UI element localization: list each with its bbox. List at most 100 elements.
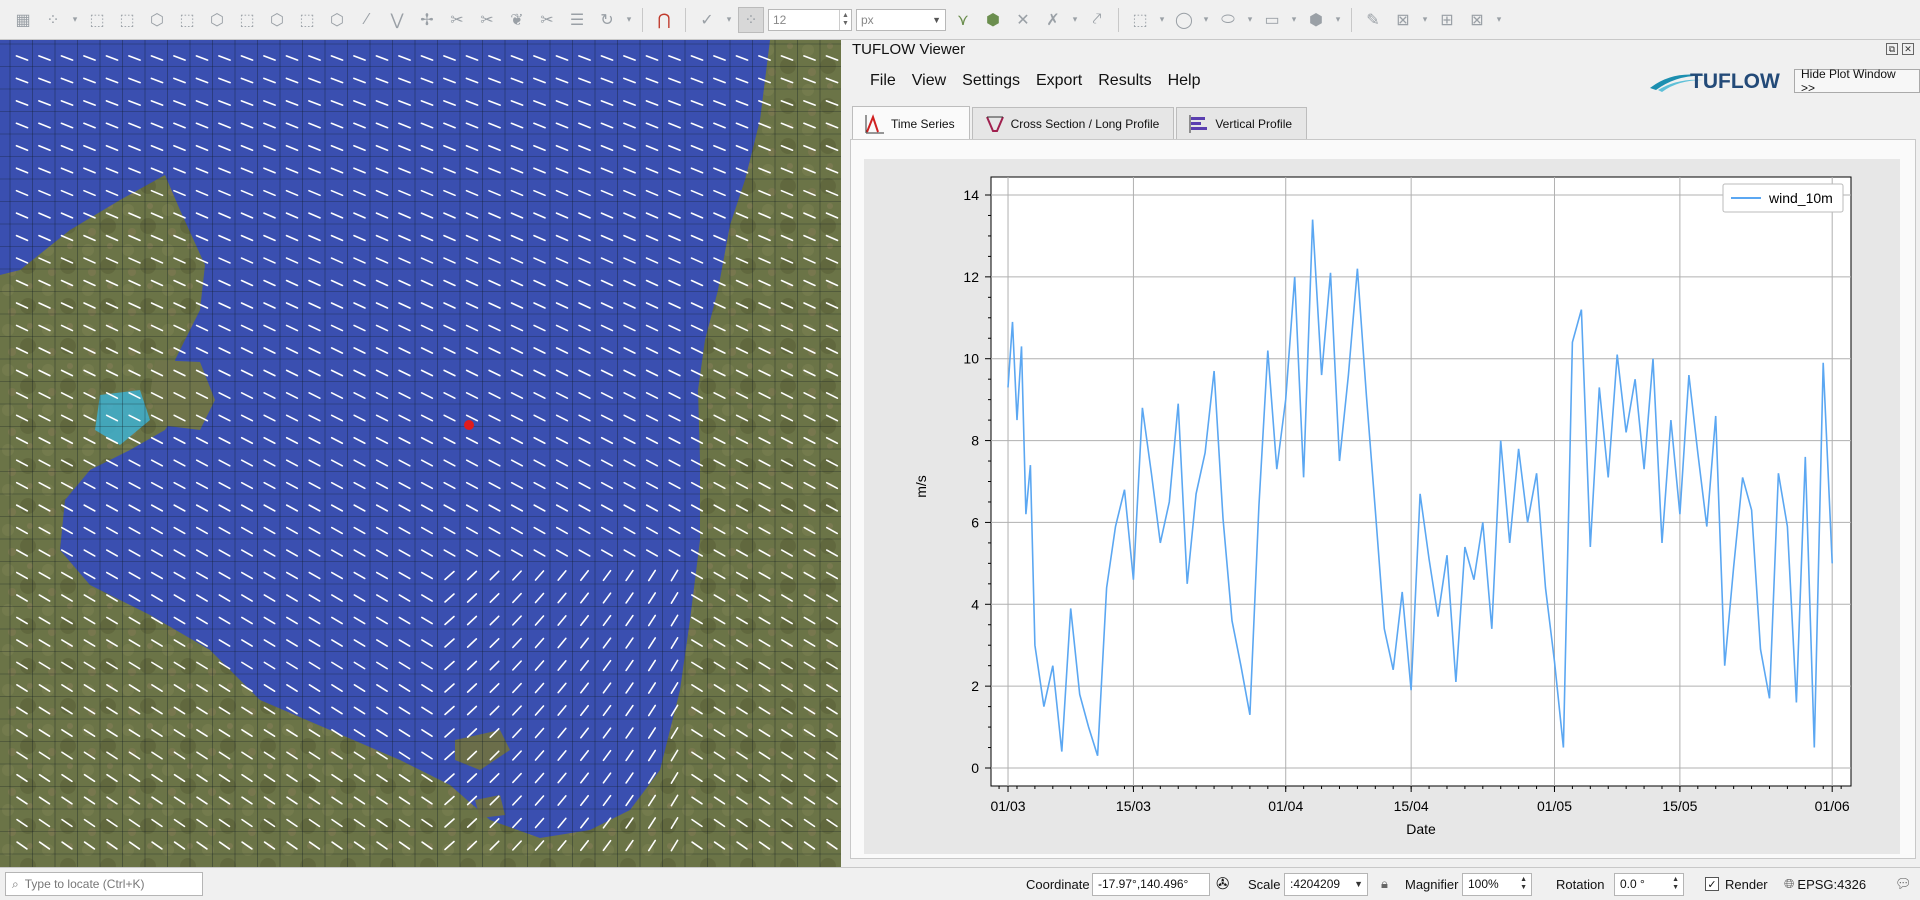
time-series-icon (865, 113, 885, 134)
delete-ring-icon[interactable]: ⬡ (204, 7, 230, 33)
chevron-down-icon[interactable]: ▾ (1494, 7, 1504, 33)
tab-vertical-profile[interactable]: Vertical Profile (1176, 107, 1308, 139)
logo-text: TUFLOW (1690, 70, 1780, 93)
crs-button[interactable]: 🌐︎ EPSG:4326 (1784, 872, 1866, 896)
circle-icon[interactable]: ◯ (1171, 7, 1197, 33)
menu-export[interactable]: Export (1034, 70, 1084, 92)
split-parts-icon[interactable]: ✢ (414, 7, 440, 33)
y-axis-ticks: 0 2 4 6 8 10 12 14 (963, 187, 991, 776)
merge-features-icon[interactable]: ✂ (444, 7, 470, 33)
reshape-icon[interactable]: ⬡ (264, 7, 290, 33)
chevron-down-icon[interactable]: ▾ (1420, 7, 1430, 33)
tab-time-series[interactable]: Time Series (852, 106, 970, 140)
scale-label: Scale (1248, 876, 1281, 892)
render-checkbox[interactable]: ✓ Render (1705, 872, 1768, 896)
y-tick-label: 4 (971, 596, 979, 612)
coordinate-label: Coordinate (1026, 876, 1090, 892)
time-series-chart[interactable]: 0 2 4 6 8 10 12 14 01/03 15/03 01/04 15/04 01/05 15/… (864, 159, 1900, 854)
trace-icon[interactable]: ⋎ (950, 7, 976, 33)
chevron-down-icon[interactable]: ▾ (1289, 7, 1299, 33)
menu-settings[interactable]: Settings (960, 70, 1022, 92)
menu-view[interactable]: View (910, 70, 948, 92)
delete-icon[interactable]: ✕ (1010, 7, 1036, 33)
menu-help[interactable]: Help (1166, 70, 1203, 92)
scale-select[interactable]: :4204209 ▼ (1284, 872, 1368, 896)
menu-results[interactable]: Results (1096, 70, 1153, 92)
rotate-icon[interactable]: ↻ (594, 7, 620, 33)
spinner-arrows-icon[interactable]: ▲ ▼ (839, 9, 851, 30)
shape-polygon-icon[interactable]: ⬚ (1127, 7, 1153, 33)
magnifier-spinner[interactable]: 100% ▲ ▼ (1462, 872, 1532, 896)
mesh-select-icon[interactable]: ⊠ (1390, 7, 1416, 33)
chevron-down-icon[interactable]: ▾ (1070, 7, 1080, 33)
rectangle-icon[interactable]: ▭ (1259, 7, 1285, 33)
add-part-icon[interactable]: ⬡ (144, 7, 170, 33)
viewer-menubar: File View Settings Export Results Help (868, 70, 1203, 92)
offset-symbols-icon[interactable]: ✂ (534, 7, 560, 33)
y-tick-label: 6 (971, 514, 979, 530)
map-canvas[interactable] (0, 40, 841, 867)
status-bar: ⌕ Type to locate (Ctrl+K) Coordinate -17… (0, 867, 1920, 900)
split-features-icon[interactable]: ⋁ (384, 7, 410, 33)
snapping-mode-icon[interactable]: ⁘ (738, 6, 764, 33)
float-panel-icon[interactable]: ⧉ (1886, 43, 1898, 55)
coordinate-value[interactable]: -17.97°,140.496° (1092, 872, 1210, 896)
intersection-icon[interactable]: ✗ (1040, 7, 1066, 33)
y-tick-label: 8 (971, 433, 979, 449)
chevron-down-icon[interactable]: ▾ (70, 7, 80, 33)
snapping-icon[interactable]: ✓ (694, 7, 720, 33)
mesh-force-icon[interactable]: ⊠ (1464, 7, 1490, 33)
mouse-coordinates-icon[interactable]: ✇ (1216, 872, 1229, 896)
delete-part-icon[interactable]: ⬚ (234, 7, 260, 33)
digitize-polygon-icon[interactable]: ⬚ (84, 7, 110, 33)
globe-icon: 🌐︎ (1784, 876, 1795, 891)
plot-area[interactable]: 0 2 4 6 8 10 12 14 01/03 15/03 01/04 15/04 01/05 15/… (864, 159, 1900, 854)
fill-ring-icon[interactable]: ⬚ (174, 7, 200, 33)
checkbox-checked-icon[interactable]: ✓ (1705, 877, 1719, 891)
rotation-spinner[interactable]: 0.0 ° ▲ ▼ (1614, 872, 1684, 896)
coordinate-field[interactable]: -17.97°,140.496° (1092, 872, 1210, 896)
magnet-icon[interactable]: ⋂ (651, 7, 677, 33)
edit-mesh-icon[interactable]: ✎ (1360, 7, 1386, 33)
chevron-down-icon[interactable]: ▾ (1333, 7, 1343, 33)
selected-point-marker[interactable] (464, 420, 474, 430)
hide-plot-window-button[interactable]: Hide Plot Window >> (1794, 67, 1920, 95)
crs-value: EPSG:4326 (1797, 876, 1867, 892)
map-image[interactable] (0, 40, 841, 867)
regular-polygon-icon[interactable]: ⬢ (1303, 7, 1329, 33)
chevron-down-icon[interactable]: ▾ (724, 7, 734, 33)
plot-panel: 0 2 4 6 8 10 12 14 01/03 15/03 01/04 15/04 01/05 15/… (850, 139, 1916, 859)
panel-title: TUFLOW Viewer (852, 41, 966, 58)
align-icon[interactable]: ☰ (564, 7, 590, 33)
locator-input[interactable]: ⌕ Type to locate (Ctrl+K) (5, 872, 203, 896)
rotate-symbols-icon[interactable]: ❦ (504, 7, 530, 33)
tolerance-input[interactable]: 12 ▲ ▼ (768, 8, 852, 31)
chevron-down-icon[interactable]: ▾ (1157, 7, 1167, 33)
chart-icon[interactable]: ▦ (10, 7, 36, 33)
unit-select[interactable]: px ▼ (856, 8, 946, 31)
mesh-transform-icon[interactable]: ⊞ (1434, 7, 1460, 33)
select-features-icon[interactable]: ⁘ (40, 7, 66, 33)
tab-cross-section[interactable]: Cross Section / Long Profile (971, 107, 1175, 139)
chevron-down-icon[interactable]: ▾ (1245, 7, 1255, 33)
add-ring-icon[interactable]: ⬚ (114, 7, 140, 33)
messages-icon[interactable]: 💬︎ (1895, 872, 1912, 896)
menu-file[interactable]: File (868, 70, 898, 92)
tuflow-viewer-panel: TUFLOW Viewer ⧉ ✕ File View Settings Exp… (850, 40, 1920, 867)
x-tick-label: 01/06 (1815, 798, 1850, 814)
dock-splitter[interactable] (841, 40, 850, 867)
merge-attributes-icon[interactable]: ✂ (474, 7, 500, 33)
lock-icon[interactable]: 🔒︎ (1381, 872, 1388, 896)
self-snapping-icon[interactable]: ⤤ (1084, 7, 1110, 33)
chevron-down-icon[interactable]: ▾ (624, 7, 634, 33)
toolbar-separator (1118, 7, 1119, 32)
chevron-down-icon[interactable]: ▾ (1201, 7, 1211, 33)
magnifier-value: 100% (1468, 877, 1499, 891)
close-panel-icon[interactable]: ✕ (1902, 43, 1914, 55)
ellipse-icon[interactable]: ⬭ (1215, 7, 1241, 33)
reverse-line-icon[interactable]: ⁄ (354, 7, 380, 33)
topology-icon[interactable]: ⬢ (980, 7, 1006, 33)
legend-label: wind_10m (1768, 190, 1833, 206)
simplify-icon[interactable]: ⬡ (324, 7, 350, 33)
offset-curve-icon[interactable]: ⬚ (294, 7, 320, 33)
